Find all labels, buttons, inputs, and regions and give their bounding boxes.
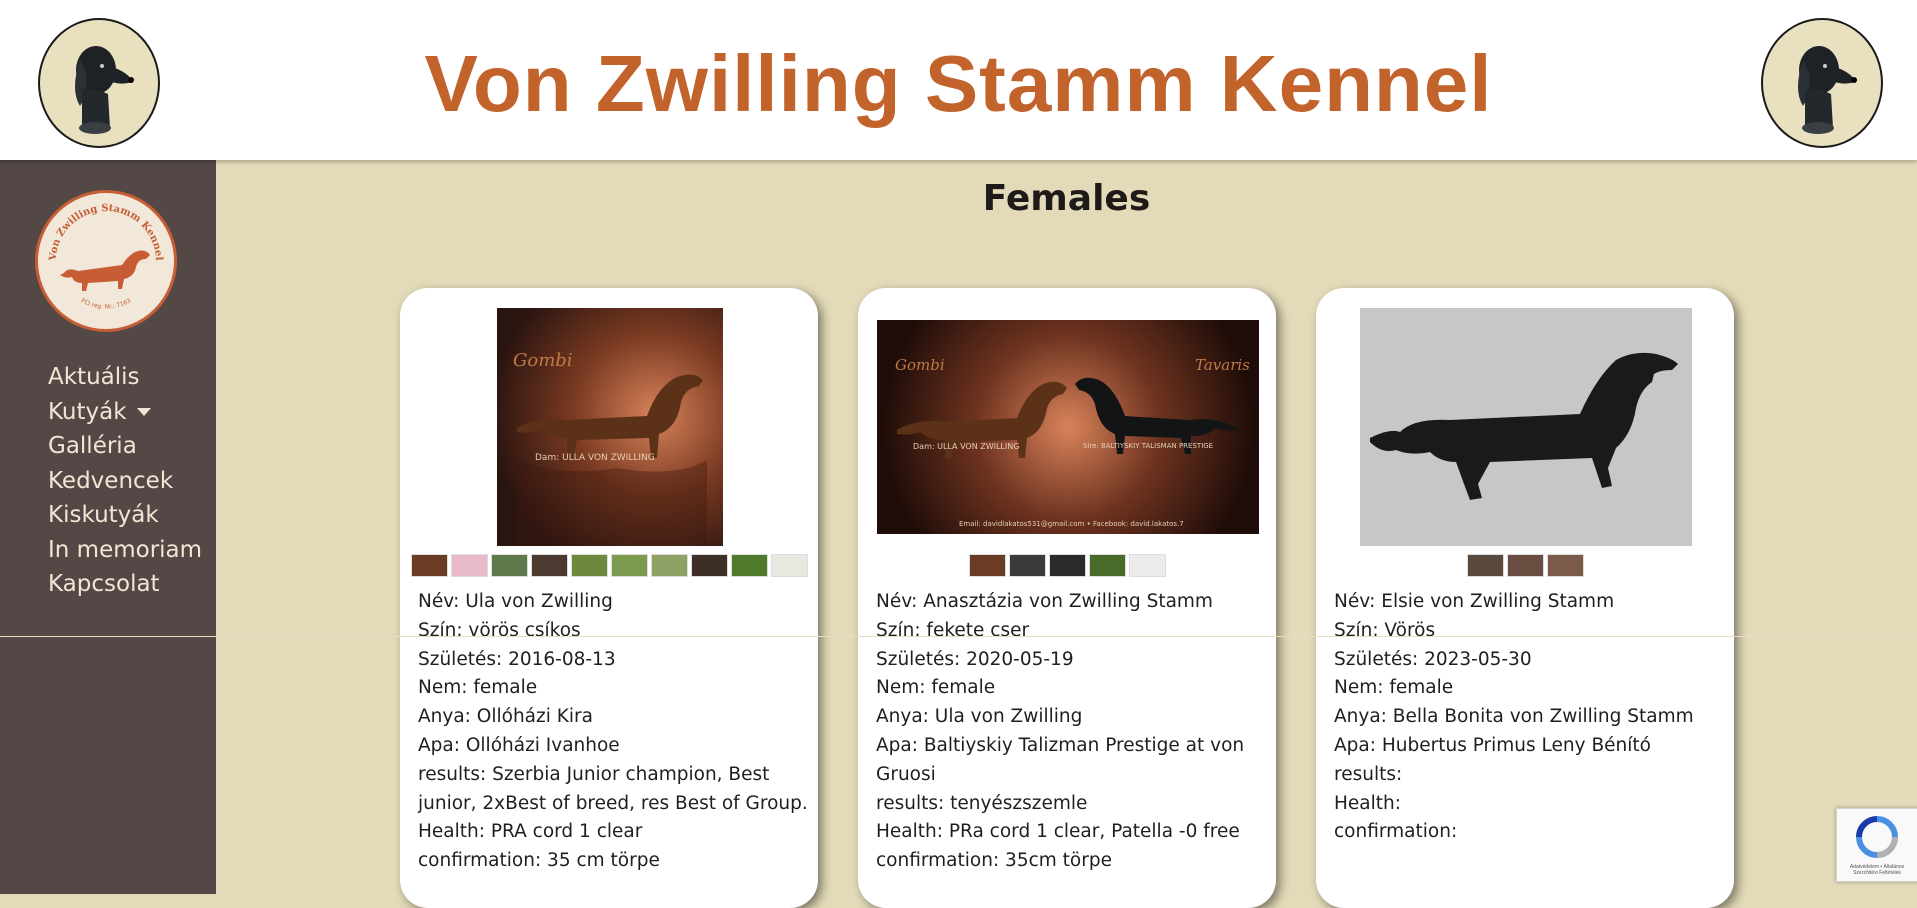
dog-card: Gombi Tavaris Dam: ULLA VON ZWILLING Sir…: [858, 288, 1276, 908]
nav-item-label: In memoriam: [48, 536, 203, 563]
recaptcha-links[interactable]: Adatvédelem • Általános Szerződési Felté…: [1839, 864, 1915, 876]
dog-sex: Nem: female: [1334, 677, 1454, 699]
dog-mother: Anya: Bella Bonita von Zwilling Stamm: [1334, 706, 1694, 728]
photo-dam-text: Dam: ULLA VON ZWILLING: [535, 453, 655, 463]
svg-text:FCI reg. Nr.: 7163: FCI reg. Nr.: 7163: [80, 297, 133, 310]
dog-results: results:: [1334, 763, 1403, 785]
dog-confirmation: confirmation:: [1334, 821, 1458, 843]
dog-mother: Anya: Ollóházi Kira: [418, 706, 593, 728]
nav-item-label: Kapcsolat: [48, 571, 160, 597]
dog-card: Név: Elsie von Zwilling Stamm Szín: Vörö…: [1316, 288, 1734, 908]
photo-dog-name-left: Gombi: [895, 356, 945, 374]
dog-sex: Nem: female: [418, 677, 538, 699]
nav-item-kiskutyak[interactable]: Kiskutyák: [48, 498, 202, 533]
thumbnail-strip: [1316, 554, 1734, 578]
dog-birth: Születés: 2023-05-30: [1334, 648, 1532, 670]
dachshund-portrait-icon: [1798, 46, 1857, 134]
dachshund-logo-right[interactable]: [1761, 18, 1883, 148]
nav-item-label: Kedvencek: [48, 467, 174, 494]
thumbnail[interactable]: [1128, 554, 1166, 577]
dog-mother: Anya: Ula von Zwilling: [876, 706, 1083, 728]
caret-down-icon: [136, 408, 151, 416]
page-title: Females: [982, 178, 1151, 219]
photo-sire-text: Sire: BALTIYSKIY TALISMAN PRESTIGE: [1083, 442, 1214, 450]
nav-item-label: Kutyák: [48, 398, 127, 425]
recaptcha-icon: [1856, 816, 1898, 858]
dog-info: Név: Anasztázia von Zwilling Stamm Szín:…: [876, 588, 1266, 876]
thumbnail-strip: [858, 554, 1276, 578]
dog-health: Health:: [1334, 792, 1401, 814]
dachshund-pair-photo-icon: [897, 377, 1239, 458]
main-nav: Aktuális Kutyák Galléria Kedvencek Kisku…: [48, 360, 202, 602]
thumbnail[interactable]: [610, 554, 648, 577]
dog-photo-placeholder[interactable]: [1360, 308, 1692, 546]
logo-seal-text-bottom: FCI reg. Nr.: 7163: [80, 297, 133, 310]
thumbnail[interactable]: [490, 554, 528, 577]
nav-item-kedvencek[interactable]: Kedvencek: [48, 464, 202, 499]
dachshund-silhouette-icon: [1370, 352, 1678, 500]
dog-name: Név: Anasztázia von Zwilling Stamm: [876, 591, 1213, 612]
dog-color: Szín: vörös csíkos: [418, 619, 581, 641]
site-title[interactable]: Von Zwilling Stamm Kennel: [0, 36, 1917, 132]
nav-item-galleria[interactable]: Galléria: [48, 429, 202, 464]
thumbnail[interactable]: [650, 554, 688, 577]
thumbnail[interactable]: [968, 554, 1006, 577]
dog-results: results: tenyészszemle: [876, 792, 1088, 814]
thumbnail[interactable]: [1008, 554, 1046, 577]
dog-info: Név: Ula von Zwilling Szín: vörös csíkos…: [418, 588, 808, 876]
photo-contact-text: Email: davidlakatos531@gmail.com • Faceb…: [959, 520, 1184, 528]
dog-health: Health: PRa cord 1 clear, Patella -0 fre…: [876, 821, 1240, 843]
dog-birth: Születés: 2016-08-13: [418, 648, 616, 670]
dog-name: Név: Ula von Zwilling: [418, 591, 613, 612]
thumbnail[interactable]: [730, 554, 768, 577]
thumbnail[interactable]: [690, 554, 728, 577]
dog-info: Név: Elsie von Zwilling Stamm Szín: Vörö…: [1334, 588, 1724, 847]
site-header: Von Zwilling Stamm Kennel: [0, 0, 1917, 160]
kennel-logo[interactable]: Von Zwilling Stamm Kennel FCI reg. Nr.: …: [35, 190, 177, 332]
thumbnail-strip: [400, 554, 818, 578]
thumbnail[interactable]: [450, 554, 488, 577]
nav-item-kutyak[interactable]: Kutyák: [48, 395, 202, 430]
thumbnail[interactable]: [570, 554, 608, 577]
dog-confirmation: confirmation: 35cm törpe: [876, 850, 1112, 872]
thumbnail[interactable]: [1048, 554, 1086, 577]
sidebar: Von Zwilling Stamm Kennel FCI reg. Nr.: …: [0, 160, 216, 894]
dog-confirmation: confirmation: 35 cm törpe: [418, 850, 660, 872]
dog-birth: Születés: 2020-05-19: [876, 648, 1074, 670]
dachshund-photo-icon: [517, 374, 707, 546]
dog-father: Apa: Ollóházi Ivanhoe: [418, 734, 620, 756]
nav-item-aktualis[interactable]: Aktuális: [48, 360, 202, 395]
dog-name: Név: Elsie von Zwilling Stamm: [1334, 591, 1615, 612]
kennel-seal-icon: Von Zwilling Stamm Kennel FCI reg. Nr.: …: [48, 203, 164, 311]
dog-sex: Nem: female: [876, 677, 996, 699]
dog-father: Apa: Baltiyskiy Talizman Prestige at von…: [876, 734, 1245, 785]
dog-color: Szín: fekete cser: [876, 619, 1030, 641]
thumbnail[interactable]: [1088, 554, 1126, 577]
photo-dam-text: Dam: ULLA VON ZWILLING: [913, 442, 1020, 451]
dog-card: Gombi Dam: ULLA VON ZWILLING Név: Ula vo…: [400, 288, 818, 908]
thumbnail[interactable]: [1546, 554, 1584, 577]
photo-dog-name-right: Tavaris: [1195, 356, 1250, 374]
dog-photo[interactable]: Gombi Tavaris Dam: ULLA VON ZWILLING Sir…: [877, 320, 1259, 534]
thumbnail[interactable]: [1466, 554, 1504, 577]
dog-results: results: Szerbia Junior champion, Best j…: [418, 763, 808, 814]
nav-item-label: Galléria: [48, 433, 137, 459]
dog-health: Health: PRA cord 1 clear: [418, 821, 643, 843]
photo-dog-name: Gombi: [513, 350, 573, 371]
nav-item-in-memoriam[interactable]: In memoriam: [48, 533, 202, 568]
dog-color: Szín: Vörös: [1334, 619, 1436, 641]
dog-father: Apa: Hubertus Primus Leny Bénító: [1334, 734, 1651, 756]
nav-item-kapcsolat[interactable]: Kapcsolat: [48, 567, 202, 602]
thumbnail[interactable]: [1506, 554, 1544, 577]
thumbnail[interactable]: [410, 554, 448, 577]
nav-item-label: Kiskutyák: [48, 502, 159, 528]
dog-photo[interactable]: Gombi Dam: ULLA VON ZWILLING: [497, 308, 723, 546]
recaptcha-badge[interactable]: Adatvédelem • Általános Szerződési Felté…: [1836, 808, 1917, 882]
thumbnail[interactable]: [770, 554, 808, 577]
nav-item-label: Aktuális: [48, 364, 140, 390]
thumbnail[interactable]: [530, 554, 568, 577]
